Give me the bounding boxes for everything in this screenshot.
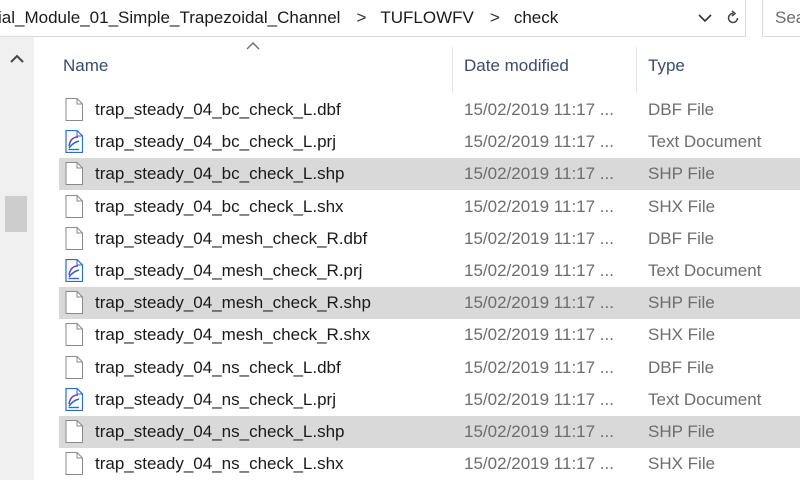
file-row[interactable]: trap_steady_04_bc_check_L.shx 15/02/2019 … (59, 191, 800, 223)
file-name: trap_steady_04_ns_check_L.dbf (95, 357, 341, 377)
file-type: SHP File (648, 293, 715, 313)
search-input[interactable]: Sea (762, 0, 800, 37)
file-type: SHP File (648, 164, 715, 184)
column-divider[interactable] (452, 47, 453, 93)
file-name: trap_steady_04_bc_check_L.shx (95, 196, 344, 216)
file-date-modified: 15/02/2019 11:17 ... (464, 422, 614, 441)
refresh-button[interactable] (720, 6, 746, 30)
chevron-down-icon (698, 14, 712, 23)
file-type: SHX File (648, 196, 716, 216)
text-document-icon (65, 387, 84, 411)
file-date-modified: 15/02/2019 11:17 ... (464, 100, 614, 119)
blank-file-icon (65, 291, 83, 315)
blank-file-icon (65, 162, 83, 186)
file-type: SHP File (648, 422, 715, 441)
breadcrumb-separator[interactable]: > (480, 8, 514, 28)
file-row[interactable]: trap_steady_04_ns_check_L.prj 15/02/2019 … (59, 384, 800, 416)
file-date-modified: 15/02/2019 11:17 ... (464, 164, 614, 184)
breadcrumb-item-module[interactable]: ial_Module_01_Simple_Trapezoidal_Channel (0, 8, 346, 28)
column-header-name[interactable]: Name (63, 56, 108, 76)
search-placeholder: Sea (775, 8, 800, 27)
file-row[interactable]: trap_steady_04_ns_check_L.shp 15/02/2019 … (59, 416, 800, 448)
file-name: trap_steady_04_mesh_check_R.prj (95, 261, 363, 280)
scroll-up-button[interactable] (0, 37, 34, 81)
breadcrumb-separator[interactable]: > (346, 8, 380, 28)
sort-ascending-icon (246, 42, 260, 50)
blank-file-icon (65, 355, 83, 379)
file-row[interactable]: trap_steady_04_bc_check_L.shp 15/02/2019 … (59, 158, 800, 191)
text-document-icon (65, 130, 84, 154)
file-date-modified: 15/02/2019 11:17 ... (464, 261, 614, 280)
file-name: trap_steady_04_mesh_check_R.shp (95, 293, 371, 313)
file-row[interactable]: trap_steady_04_ns_check_L.dbf 15/02/2019 … (59, 352, 800, 384)
column-header-type[interactable]: Type (648, 56, 685, 76)
chevron-up-icon (10, 54, 24, 63)
column-header-row: Name Date modified Type (34, 37, 800, 93)
column-header-date-modified[interactable]: Date modified (464, 56, 569, 76)
file-type: SHX File (648, 454, 716, 474)
file-type: DBF File (648, 357, 715, 377)
file-date-modified: 15/02/2019 11:17 ... (464, 132, 614, 152)
file-name: trap_steady_04_ns_check_L.shp (95, 422, 345, 441)
vertical-scrollbar[interactable] (0, 37, 34, 480)
file-type: Text Document (648, 389, 762, 409)
file-name: trap_steady_04_ns_check_L.prj (95, 389, 336, 409)
file-date-modified: 15/02/2019 11:17 ... (464, 196, 614, 216)
breadcrumb-item-check[interactable]: check (514, 8, 564, 28)
file-type: DBF File (648, 100, 715, 119)
file-type: Text Document (648, 132, 762, 152)
file-date-modified: 15/02/2019 11:17 ... (464, 357, 614, 377)
file-row[interactable]: trap_steady_04_mesh_check_R.shp 15/02/201… (59, 287, 800, 320)
file-row[interactable]: trap_steady_04_ns_check_L.shx 15/02/2019 … (59, 448, 800, 480)
blank-file-icon (65, 323, 83, 347)
file-name: trap_steady_04_ns_check_L.shx (95, 454, 344, 474)
text-document-icon (65, 258, 84, 283)
file-date-modified: 15/02/2019 11:17 ... (464, 293, 614, 313)
column-divider[interactable] (636, 47, 637, 93)
file-type: SHX File (648, 325, 716, 345)
file-name: trap_steady_04_bc_check_L.shp (95, 164, 345, 184)
refresh-icon (727, 10, 739, 24)
file-row[interactable]: trap_steady_04_bc_check_L.prj 15/02/2019 … (59, 126, 800, 158)
file-name: trap_steady_04_bc_check_L.prj (95, 132, 336, 152)
file-row[interactable]: trap_steady_04_mesh_check_R.prj 15/02/201… (59, 255, 800, 287)
file-type: DBF File (648, 228, 715, 248)
file-date-modified: 15/02/2019 11:17 ... (464, 228, 614, 248)
blank-file-icon (65, 98, 83, 121)
file-date-modified: 15/02/2019 11:17 ... (464, 325, 614, 345)
file-row[interactable]: trap_steady_04_mesh_check_R.dbf 15/02/201… (59, 223, 800, 255)
blank-file-icon (65, 420, 83, 443)
breadcrumb: ial_Module_01_Simple_Trapezoidal_Channel… (0, 6, 564, 30)
file-row[interactable]: trap_steady_04_bc_check_L.dbf 15/02/2019 … (59, 94, 800, 126)
scroll-thumb[interactable] (5, 196, 27, 232)
address-bar[interactable]: ial_Module_01_Simple_Trapezoidal_Channel… (0, 0, 746, 37)
blank-file-icon (65, 226, 83, 250)
address-history-dropdown[interactable] (692, 6, 718, 30)
blank-file-icon (65, 194, 83, 218)
file-row[interactable]: trap_steady_04_mesh_check_R.shx 15/02/201… (59, 319, 800, 351)
file-name: trap_steady_04_bc_check_L.dbf (95, 100, 341, 119)
blank-file-icon (65, 452, 83, 476)
file-name: trap_steady_04_mesh_check_R.dbf (95, 228, 368, 248)
file-name: trap_steady_04_mesh_check_R.shx (95, 325, 370, 345)
breadcrumb-item-tuflowfv[interactable]: TUFLOWFV (380, 8, 480, 28)
file-date-modified: 15/02/2019 11:17 ... (464, 454, 614, 474)
file-date-modified: 15/02/2019 11:17 ... (464, 389, 614, 409)
file-type: Text Document (648, 261, 762, 280)
